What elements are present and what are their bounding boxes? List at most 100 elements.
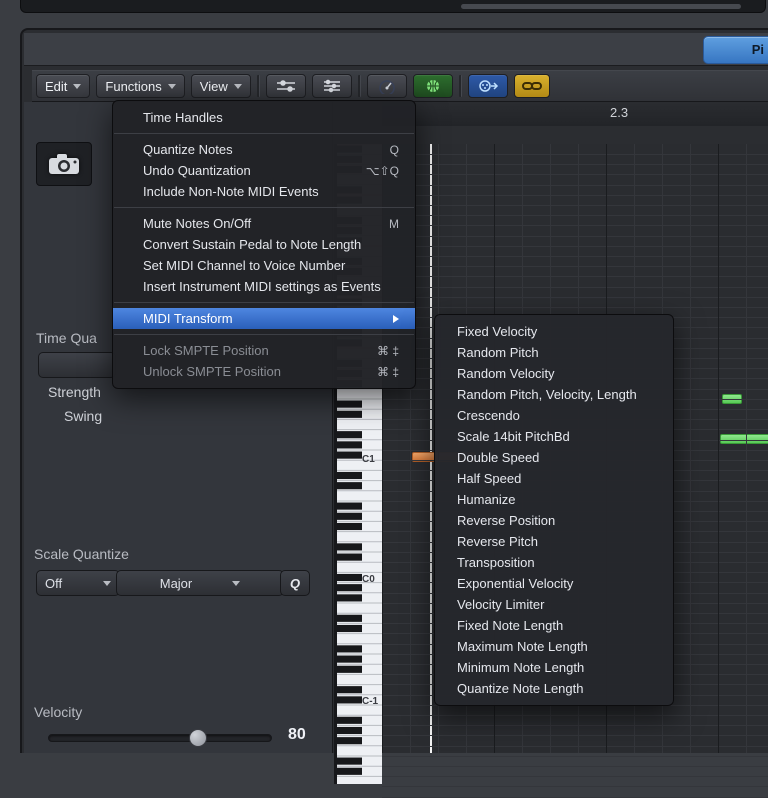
octave-label-c0: C0: [362, 574, 375, 585]
menu-item-label: Lock SMPTE Position: [143, 343, 269, 358]
octave-label-c-1: C-1: [362, 696, 378, 707]
ruler-position-label: 2.3: [610, 105, 628, 120]
region-thumbnail[interactable]: [36, 142, 92, 186]
scale-quantize-onoff-select[interactable]: Off: [36, 570, 120, 596]
submenu-item[interactable]: Random Pitch: [435, 342, 673, 363]
lines-icon: [321, 79, 343, 93]
slider-handle[interactable]: [189, 729, 207, 747]
menu-item-unlock-smpte[interactable]: Unlock SMPTE Position ⌘ ‡: [113, 361, 415, 382]
midi-transform-submenu: Fixed VelocityRandom PitchRandom Velocit…: [434, 314, 674, 706]
submenu-item[interactable]: Minimum Note Length: [435, 657, 673, 678]
submenu-item[interactable]: Humanize: [435, 489, 673, 510]
menu-item-time-handles[interactable]: Time Handles: [113, 107, 415, 128]
tab-piano-roll[interactable]: Pi: [703, 36, 768, 64]
toolbar-separator: [257, 75, 260, 97]
submenu-item[interactable]: Double Speed: [435, 447, 673, 468]
submenu-item[interactable]: Exponential Velocity: [435, 573, 673, 594]
menu-item-mute-notes[interactable]: Mute Notes On/Off M: [113, 213, 415, 234]
submenu-item[interactable]: Half Speed: [435, 468, 673, 489]
midi-in-button[interactable]: [468, 74, 508, 98]
velocity-label: Velocity: [34, 704, 82, 720]
submenu-item[interactable]: Crescendo: [435, 405, 673, 426]
gauge-icon: [376, 78, 398, 94]
edit-menu-button[interactable]: Edit: [36, 74, 90, 98]
scale-quantize-scale-select[interactable]: Major: [116, 570, 284, 596]
menu-divider: [114, 302, 414, 303]
dropdown-triangle-icon: [232, 581, 240, 586]
dropdown-triangle-icon: [103, 581, 111, 586]
menu-shortcut: M: [389, 217, 399, 231]
menu-item-label: Undo Quantization: [143, 163, 251, 178]
submenu-item[interactable]: Quantize Note Length: [435, 678, 673, 699]
submenu-item[interactable]: Random Pitch, Velocity, Length: [435, 384, 673, 405]
q-label: Q: [290, 576, 300, 591]
menu-item-label: Unlock SMPTE Position: [143, 364, 281, 379]
octave-label-c1: C1: [362, 454, 375, 465]
scale-quantize-onoff-value: Off: [45, 576, 62, 591]
editor-toolbar: Edit Functions View: [32, 70, 768, 102]
functions-menu: Time Handles Quantize Notes Q Undo Quant…: [112, 100, 416, 389]
velocity-slider[interactable]: [48, 734, 272, 742]
swing-label: Swing: [64, 408, 102, 424]
scale-quantize-scale-value: Major: [160, 576, 193, 591]
menu-item-include-non-note[interactable]: Include Non-Note MIDI Events: [113, 181, 415, 202]
submenu-item[interactable]: Fixed Velocity: [435, 321, 673, 342]
menu-item-label: Quantize Notes: [143, 142, 233, 157]
menu-item-midi-transform[interactable]: MIDI Transform: [113, 308, 415, 329]
menu-shortcut: ⌥⇧Q: [366, 164, 399, 178]
menu-item-insert-instrument-settings[interactable]: Insert Instrument MIDI settings as Event…: [113, 276, 415, 297]
midi-globe-icon: [423, 78, 443, 94]
velocity-value: 80: [288, 726, 306, 744]
dropdown-triangle-icon: [73, 84, 81, 89]
dropdown-triangle-icon: [234, 84, 242, 89]
view-menu-label: View: [200, 79, 228, 94]
menu-item-lock-smpte[interactable]: Lock SMPTE Position ⌘ ‡: [113, 340, 415, 361]
dropdown-triangle-icon: [168, 84, 176, 89]
submenu-item[interactable]: Random Velocity: [435, 363, 673, 384]
outer-panel-top: [20, 0, 766, 13]
menu-divider: [114, 133, 414, 134]
menu-item-label: Mute Notes On/Off: [143, 216, 251, 231]
time-quantize-label: Time Qua: [36, 330, 97, 346]
list-view-button[interactable]: [312, 74, 352, 98]
menu-shortcut: Q: [390, 143, 399, 157]
menu-item-set-midi-channel[interactable]: Set MIDI Channel to Voice Number: [113, 255, 415, 276]
menu-item-label: Include Non-Note MIDI Events: [143, 184, 319, 199]
catch-playhead-button[interactable]: [367, 74, 407, 98]
functions-menu-button[interactable]: Functions: [96, 74, 184, 98]
sliders-icon: [275, 79, 297, 93]
submenu-item[interactable]: Reverse Pitch: [435, 531, 673, 552]
scale-quantize-label: Scale Quantize: [34, 546, 129, 562]
time-quantize-select[interactable]: [38, 352, 116, 378]
submenu-item[interactable]: Scale 14bit PitchBd: [435, 426, 673, 447]
menu-item-label: Insert Instrument MIDI settings as Event…: [143, 279, 381, 294]
piano-roll-window: Pi Edit Functions View: [20, 28, 768, 753]
midi-plug-icon: [477, 79, 499, 93]
menu-item-quantize-notes[interactable]: Quantize Notes Q: [113, 139, 415, 160]
menu-item-label: MIDI Transform: [143, 311, 233, 326]
midi-out-button[interactable]: [413, 74, 453, 98]
submenu-item[interactable]: Transposition: [435, 552, 673, 573]
menu-divider: [114, 207, 414, 208]
toolbar-separator: [459, 75, 462, 97]
submenu-item[interactable]: Maximum Note Length: [435, 636, 673, 657]
submenu-item[interactable]: Velocity Limiter: [435, 594, 673, 615]
camera-icon: [47, 152, 81, 176]
submenu-item[interactable]: Fixed Note Length: [435, 615, 673, 636]
menu-shortcut: ⌘ ‡: [377, 344, 399, 358]
submenu-item[interactable]: Reverse Position: [435, 510, 673, 531]
chain-link-icon: [521, 80, 543, 92]
horizontal-scrollbar-top[interactable]: [461, 4, 741, 9]
menu-item-convert-sustain[interactable]: Convert Sustain Pedal to Note Length: [113, 234, 415, 255]
menu-shortcut: ⌘ ‡: [377, 365, 399, 379]
menu-item-undo-quantization[interactable]: Undo Quantization ⌥⇧Q: [113, 160, 415, 181]
view-menu-button[interactable]: View: [191, 74, 251, 98]
timeline-ruler[interactable]: 2.3: [382, 102, 768, 127]
menu-item-label: Convert Sustain Pedal to Note Length: [143, 237, 361, 252]
toolbar-separator: [358, 75, 361, 97]
submenu-arrow-icon: [393, 315, 399, 323]
automation-view-button[interactable]: [266, 74, 306, 98]
link-button[interactable]: [514, 74, 550, 98]
apply-scale-quantize-button[interactable]: Q: [280, 570, 310, 596]
strength-label: Strength: [48, 384, 101, 400]
